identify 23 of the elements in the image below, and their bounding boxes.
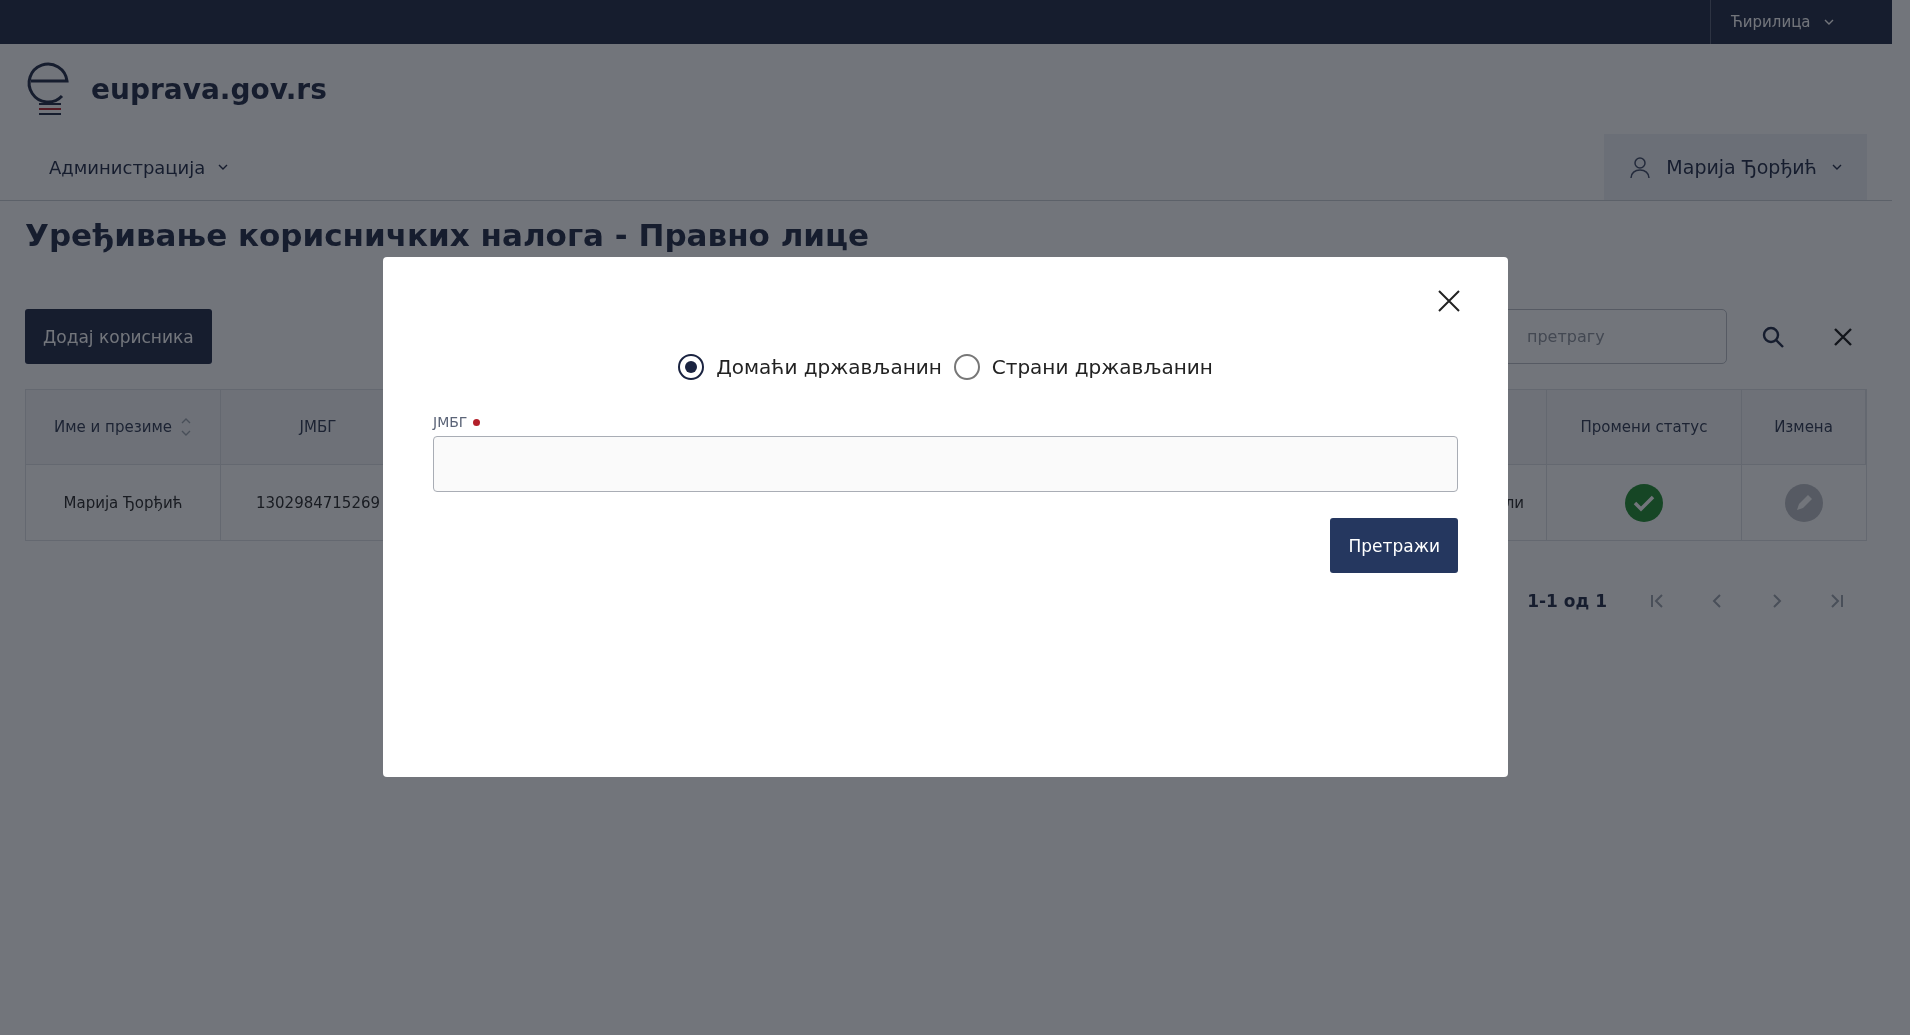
radio-button[interactable] (678, 354, 705, 380)
user-menu-button[interactable]: Марија Ђорђић (1604, 134, 1867, 200)
search-submit-button[interactable]: Претражи (1330, 518, 1458, 573)
close-icon (1833, 326, 1853, 347)
add-user-button[interactable]: Додај корисника (25, 309, 212, 364)
radio-button[interactable] (953, 354, 980, 380)
jmbg-input-field[interactable] (433, 436, 1458, 492)
search-icon (1761, 324, 1785, 349)
column-header: Промени статус (1547, 390, 1742, 465)
citizenship-radio-option[interactable]: Страни држављанин (953, 354, 1213, 380)
column-header: Измена (1742, 390, 1866, 465)
user-icon (1628, 155, 1653, 179)
table-cell: Марија Ђорђић (26, 465, 221, 540)
site-name: euprava.gov.rs (91, 72, 327, 106)
column-header[interactable]: Име и презиме (26, 390, 221, 465)
language-selector[interactable]: Ћирилица (1710, 0, 1892, 44)
field-label: ЈМБГ (433, 414, 468, 430)
citizenship-radio-option[interactable]: Домаћи држављанин (678, 354, 942, 380)
check-circle-icon[interactable] (1625, 483, 1663, 522)
nav-menu-item[interactable]: Администрација (25, 156, 254, 178)
page-range-text: 1-1 од 1 (1527, 591, 1607, 611)
page-title: Уређивање корисничких налога - Правно лице (25, 217, 871, 253)
close-icon (1437, 289, 1461, 313)
